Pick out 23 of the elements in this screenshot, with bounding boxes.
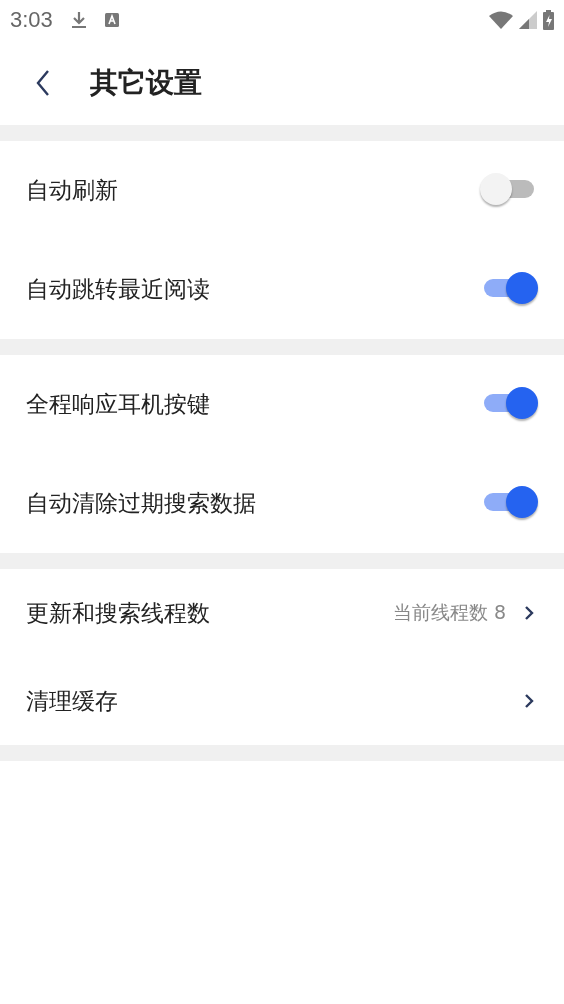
settings-row[interactable]: 自动刷新 [0, 141, 564, 240]
setting-label: 清理缓存 [26, 686, 119, 716]
status-time: 3:03 [10, 7, 53, 33]
signal-icon [519, 11, 537, 29]
setting-value: 当前线程数 8 [392, 600, 506, 625]
download-icon [70, 11, 87, 29]
settings-row[interactable]: 更新和搜索线程数 当前线程数 8 [0, 569, 564, 657]
setting-label: 全程响应耳机按键 [26, 390, 211, 419]
setting-label: 自动跳转最近阅读 [26, 275, 211, 304]
back-icon[interactable] [36, 69, 50, 96]
setting-label: 更新和搜索线程数 [26, 598, 211, 628]
chevron-right-icon [524, 693, 534, 709]
chevron-right-icon [524, 605, 534, 621]
settings-row[interactable]: 自动跳转最近阅读 [0, 240, 564, 339]
settings-row[interactable]: 全程响应耳机按键 [0, 355, 564, 454]
battery-icon [543, 10, 554, 30]
page-title: 其它设置 [90, 64, 202, 101]
settings-row[interactable]: 清理缓存 [0, 657, 564, 745]
font-icon [104, 13, 119, 27]
setting-label: 自动清除过期搜索数据 [26, 489, 257, 518]
settings-row[interactable]: 自动清除过期搜索数据 [0, 454, 564, 553]
setting-label: 自动刷新 [26, 176, 119, 205]
wifi-icon [489, 11, 513, 29]
